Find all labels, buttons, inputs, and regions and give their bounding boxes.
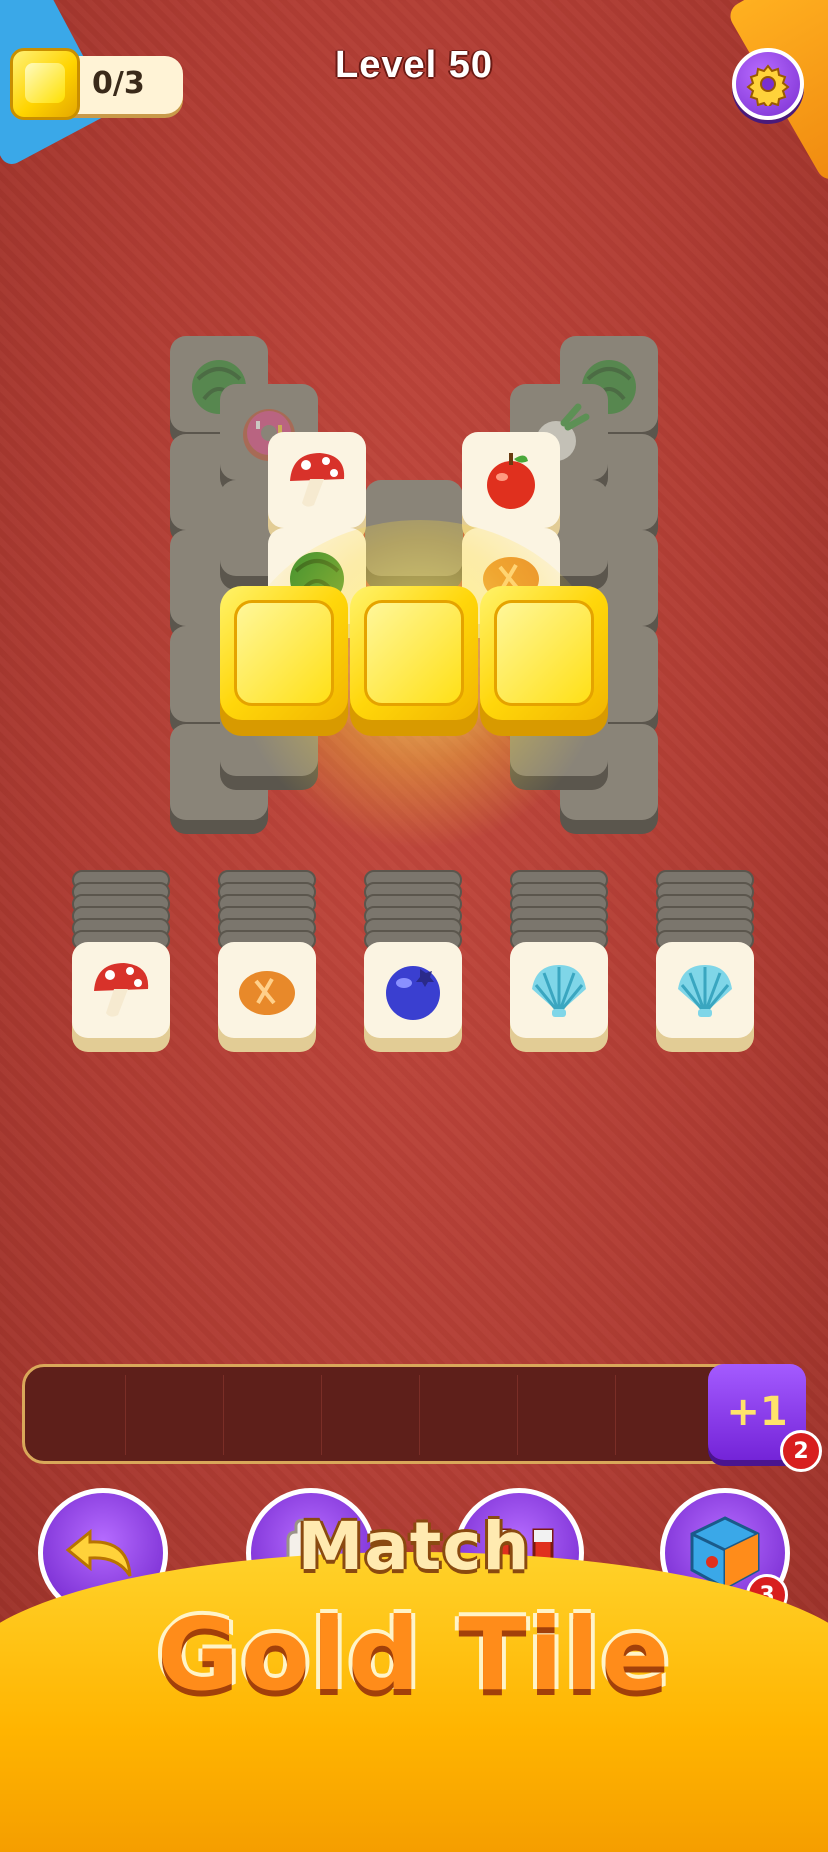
stack-top-tile[interactable]	[218, 942, 316, 1052]
extra-slot-count-badge: 2	[780, 1430, 822, 1472]
board-tile[interactable]	[462, 432, 560, 542]
stack-top-tile[interactable]	[656, 942, 754, 1052]
stack-top-tile[interactable]	[72, 942, 170, 1052]
banner-line-2: Gold Tile	[156, 1596, 672, 1713]
mushroom-icon	[94, 963, 149, 1017]
seashell-icon	[678, 965, 732, 1017]
board-tile[interactable]	[268, 432, 366, 542]
apple-icon	[487, 453, 535, 509]
extra-slot-label: +1	[726, 1389, 788, 1435]
level-title: Level 50	[335, 44, 493, 86]
stack-top-tile[interactable]	[510, 942, 608, 1052]
seashell-icon	[532, 965, 586, 1017]
bread-icon	[239, 971, 295, 1015]
mushroom-icon	[290, 453, 345, 507]
tile-slot-tray	[22, 1364, 742, 1464]
blueberry-icon	[386, 966, 440, 1020]
settings-button[interactable]	[732, 48, 804, 120]
gold-tile[interactable]	[350, 586, 478, 736]
banner-line-1: Match	[297, 1508, 531, 1585]
gear-icon	[746, 64, 790, 106]
gold-tile[interactable]	[480, 586, 608, 736]
gold-tile[interactable]	[220, 586, 348, 736]
stack-top-tile[interactable]	[364, 942, 462, 1052]
